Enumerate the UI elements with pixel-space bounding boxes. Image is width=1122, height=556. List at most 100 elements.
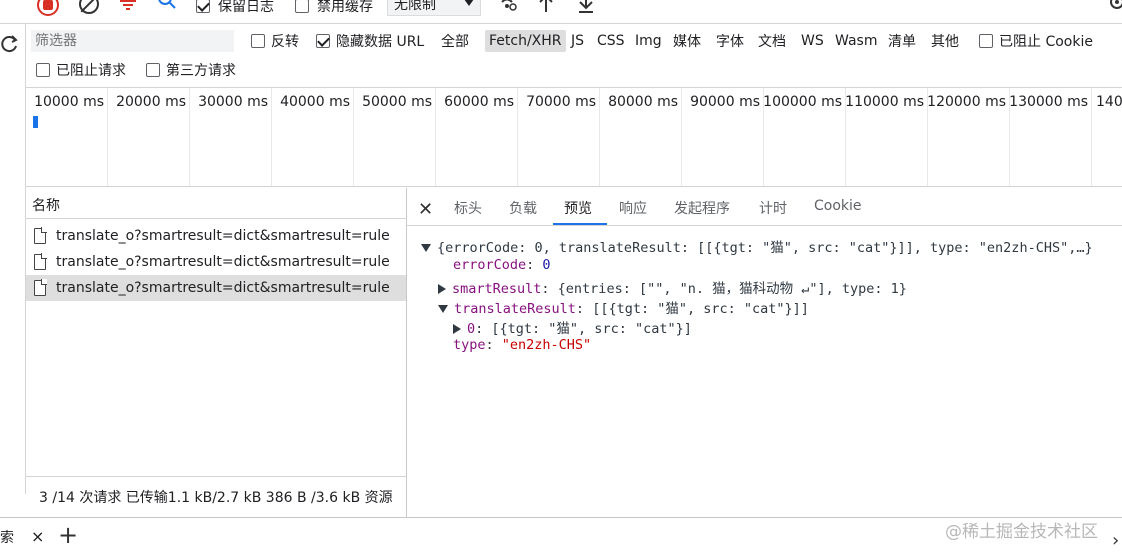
timeline-tick: 140 [1092, 88, 1122, 186]
tick-label: 140 [1096, 94, 1122, 110]
request-name: translate_o?smartresult=dict&smartresult… [56, 280, 390, 296]
preserve-log-checkbox[interactable]: 保留日志 [196, 0, 274, 18]
request-row-selected[interactable]: translate_o?smartresult=dict&smartresult… [26, 275, 406, 301]
summary-text: 3 /14 次请求 已传输1.1 kB/2.7 kB 386 B /3.6 kB… [39, 490, 393, 506]
drawer-tab-label: 搜索 [0, 530, 14, 546]
type-filter-other[interactable]: 其他 [931, 30, 959, 52]
disable-cache-label: 禁用缓存 [317, 0, 373, 15]
type-label: 文档 [758, 34, 786, 50]
type-label: JS [571, 33, 585, 49]
checkbox-icon[interactable] [295, 0, 309, 13]
timeline-tick: 100000 ms [763, 88, 846, 186]
json-summary: {errorCode: 0, translateResult: [[{tgt: … [437, 240, 1093, 256]
clear-icon[interactable] [79, 0, 99, 14]
type-filter-fetch-xhr[interactable]: Fetch/XHR [485, 30, 566, 52]
tab-timing[interactable]: 计时 [759, 198, 787, 222]
throttle-value: 无限制 [394, 0, 436, 13]
refresh-icon[interactable] [0, 34, 18, 58]
tick-label: 80000 ms [608, 94, 678, 110]
close-icon[interactable]: ✕ [418, 199, 433, 220]
tab-label: 标头 [454, 201, 482, 217]
tab-label: 预览 [564, 201, 592, 217]
timeline-overview[interactable]: 10000 ms 20000 ms 30000 ms 40000 ms 5000… [26, 87, 1122, 187]
filter-icon[interactable] [120, 0, 136, 10]
type-label: Wasm [835, 33, 878, 49]
expand-arrow-icon[interactable] [438, 284, 446, 294]
type-filter-css[interactable]: CSS [597, 30, 625, 52]
checkbox-icon[interactable] [316, 34, 330, 48]
tab-headers[interactable]: 标头 [454, 198, 482, 222]
invert-label: 反转 [271, 34, 299, 50]
type-label: Fetch/XHR [489, 33, 562, 49]
third-party-checkbox[interactable]: 第三方请求 [146, 59, 236, 81]
tick-label: 110000 ms [845, 94, 924, 110]
json-translate-item-0[interactable]: 0: [{tgt: "猫", src: "cat"}] [453, 317, 692, 337]
search-icon[interactable] [158, 0, 176, 12]
type-filter-js[interactable]: JS [571, 30, 584, 52]
type-filter-all[interactable]: 全部 [441, 30, 469, 52]
blocked-requests-checkbox[interactable]: 已阻止请求 [36, 59, 126, 81]
tab-initiator[interactable]: 发起程序 [674, 198, 730, 222]
drawer-tab-search[interactable]: 搜索 [0, 527, 14, 547]
json-root-node[interactable]: {errorCode: 0, translateResult: [[{tgt: … [421, 236, 1093, 256]
settings-gear-icon[interactable] [1108, 0, 1122, 16]
checkbox-icon[interactable] [251, 34, 265, 48]
filter-input[interactable] [31, 30, 234, 52]
tab-cookies[interactable]: Cookie [814, 198, 862, 222]
add-tab-icon[interactable]: + [58, 521, 78, 549]
preserve-log-label: 保留日志 [218, 0, 274, 15]
tick-label: 30000 ms [198, 94, 268, 110]
type-filter-doc[interactable]: 文档 [758, 30, 786, 52]
close-icon[interactable]: × [31, 527, 44, 546]
disable-cache-checkbox[interactable]: 禁用缓存 [295, 0, 373, 18]
tab-label: 计时 [759, 201, 787, 217]
blocked-cookies-checkbox[interactable]: 已阻止 Cookie [979, 30, 1093, 52]
type-label: 清单 [888, 34, 916, 50]
tick-label: 70000 ms [526, 94, 596, 110]
type-filter-media[interactable]: 媒体 [673, 30, 701, 52]
tab-response[interactable]: 响应 [619, 198, 647, 222]
timeline-tick: 90000 ms [682, 88, 764, 186]
type-filter-wasm[interactable]: Wasm [835, 30, 877, 52]
download-icon[interactable] [578, 0, 594, 18]
hide-data-urls-checkbox[interactable]: 隐藏数据 URL [316, 30, 424, 52]
checkbox-icon[interactable] [196, 0, 210, 13]
document-icon [34, 227, 47, 244]
throttle-select[interactable]: 无限制 [387, 0, 481, 16]
type-label: 其他 [931, 34, 959, 50]
invert-checkbox[interactable]: 反转 [251, 30, 299, 52]
tab-preview[interactable]: 预览 [564, 198, 592, 222]
upload-icon[interactable] [538, 0, 554, 18]
expand-arrow-icon[interactable] [421, 244, 431, 252]
checkbox-icon[interactable] [979, 34, 993, 48]
json-key: 0 [467, 321, 476, 337]
checkbox-icon[interactable] [146, 63, 160, 77]
timeline-tick: 130000 ms [1009, 88, 1092, 186]
json-type: type: "en2zh-CHS" [453, 337, 592, 353]
expand-arrow-icon[interactable] [453, 324, 461, 334]
tick-label: 130000 ms [1009, 94, 1088, 110]
record-stop-icon[interactable] [37, 0, 59, 16]
request-row[interactable]: translate_o?smartresult=dict&smartresult… [26, 223, 406, 249]
blocked-cookies-label: 已阻止 Cookie [999, 34, 1093, 50]
tab-label: 发起程序 [674, 201, 730, 217]
type-filter-font[interactable]: 字体 [716, 30, 744, 52]
chevron-right-icon[interactable]: › [1112, 530, 1119, 551]
tab-payload[interactable]: 负载 [509, 198, 537, 222]
json-value: [[{tgt: "猫", src: "cat"}]] [592, 301, 809, 317]
timeline-tick: 50000 ms [354, 88, 436, 186]
type-label: 全部 [441, 34, 469, 50]
json-value: {entries: ["", "n. 猫，猫科动物 ↵"], type: 1} [557, 281, 907, 297]
network-conditions-icon[interactable] [497, 0, 517, 16]
expand-arrow-icon[interactable] [438, 305, 448, 313]
type-filter-img[interactable]: Img [635, 30, 662, 52]
type-filter-ws[interactable]: WS [801, 30, 824, 52]
json-translate-result[interactable]: translateResult: [[{tgt: "猫", src: "cat"… [438, 297, 809, 317]
request-row[interactable]: translate_o?smartresult=dict&smartresult… [26, 249, 406, 275]
name-column-header[interactable]: 名称 [26, 195, 407, 219]
timeline-tick: 120000 ms [927, 88, 1010, 186]
type-filter-manifest[interactable]: 清单 [888, 30, 916, 52]
json-smart-result[interactable]: smartResult: {entries: ["", "n. 猫，猫科动物 ↵… [438, 277, 907, 297]
checkbox-icon[interactable] [36, 63, 50, 77]
timeline-tick: 10000 ms [26, 88, 108, 186]
